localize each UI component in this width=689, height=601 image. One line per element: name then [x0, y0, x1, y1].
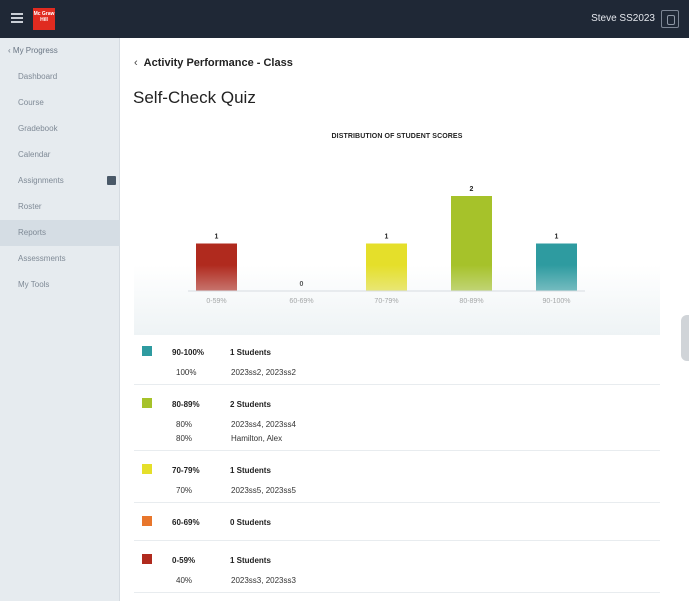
- score-range-label: 80-89%: [172, 400, 200, 409]
- top-bar: Mc Graw Hill Steve SS2023: [0, 0, 689, 38]
- side-panel-handle[interactable]: [681, 315, 689, 361]
- student-name: 2023ss5, 2023ss5: [231, 486, 296, 495]
- assignments-badge-icon: [107, 176, 116, 185]
- score-range-group: 60-69% 0 Students: [134, 506, 660, 534]
- student-score-row[interactable]: 80% 2023ss4, 2023ss4: [134, 418, 660, 432]
- student-count: 1 Students: [230, 556, 271, 565]
- score-distribution-chart: DISTRIBUTION OF STUDENT SCORES 1 0-59% 0 60…: [134, 120, 660, 335]
- bar-value-label: 1: [555, 234, 559, 241]
- student-name: Hamilton, Alex: [231, 434, 283, 443]
- bar-value-label: 1: [215, 234, 219, 241]
- sidebar-item-roster[interactable]: Roster: [0, 194, 120, 220]
- category-tick-label: 80-89%: [459, 298, 483, 305]
- student-count: 1 Students: [230, 348, 271, 357]
- bar-value-label: 2: [470, 186, 474, 193]
- sidebar-item-course[interactable]: Course: [0, 90, 120, 116]
- user-menu-icon[interactable]: [661, 10, 679, 28]
- bar-value-label: 0: [300, 281, 304, 288]
- bar-80-89%[interactable]: [451, 196, 492, 291]
- category-tick-label: 70-79%: [374, 298, 398, 305]
- student-score: 70%: [176, 486, 193, 495]
- group-divider: [134, 450, 660, 451]
- range-color-swatch: [142, 346, 152, 356]
- student-score: 40%: [176, 576, 193, 585]
- score-range-label: 70-79%: [172, 466, 200, 475]
- chevron-left-icon: ‹: [134, 57, 138, 69]
- bar-90-100%[interactable]: [536, 243, 577, 292]
- student-score-row[interactable]: 80% Hamilton, Alex: [134, 432, 660, 446]
- student-name: 2023ss4, 2023ss4: [231, 420, 296, 429]
- menu-icon[interactable]: [11, 13, 23, 23]
- student-score: 100%: [176, 368, 197, 377]
- sidebar-item-reports[interactable]: Reports: [0, 220, 120, 246]
- range-color-swatch: [142, 398, 152, 408]
- sidebar-back-link[interactable]: ‹ My Progress: [8, 46, 58, 55]
- bar-0-59%[interactable]: [196, 243, 237, 292]
- student-name: 2023ss2, 2023ss2: [231, 368, 296, 377]
- student-score: 80%: [176, 420, 193, 429]
- student-score-row[interactable]: 100% 2023ss2, 2023ss2: [134, 366, 660, 380]
- group-divider: [134, 502, 660, 503]
- mcgraw-hill-logo[interactable]: Mc Graw Hill: [33, 8, 55, 30]
- score-range-label: 90-100%: [172, 348, 205, 357]
- bar-70-79%[interactable]: [366, 243, 407, 292]
- category-tick-label: 60-69%: [289, 298, 313, 305]
- student-count: 0 Students: [230, 518, 271, 527]
- score-range-group: 90-100% 1 Students: [134, 336, 660, 364]
- bar-value-label: 1: [385, 234, 389, 241]
- group-divider: [134, 592, 660, 593]
- score-range-group: 0-59% 1 Students: [134, 544, 660, 572]
- student-score-row[interactable]: 70% 2023ss5, 2023ss5: [134, 484, 660, 498]
- student-count: 2 Students: [230, 400, 271, 409]
- user-name[interactable]: Steve SS2023: [591, 13, 655, 24]
- range-color-swatch: [142, 554, 152, 564]
- sidebar-item-gradebook[interactable]: Gradebook: [0, 116, 120, 142]
- sidebar-item-assessments[interactable]: Assessments: [0, 246, 120, 272]
- group-divider: [134, 384, 660, 385]
- sidebar: ‹ My Progress Dashboard Course Gradebook…: [0, 38, 120, 601]
- student-score-row[interactable]: 40% 2023ss3, 2023ss3: [134, 574, 660, 588]
- range-color-swatch: [142, 464, 152, 474]
- chevron-left-icon: ‹: [8, 46, 11, 55]
- page-title: Self-Check Quiz: [133, 88, 256, 107]
- sidebar-back-label: My Progress: [12, 46, 58, 55]
- student-score: 80%: [176, 434, 193, 443]
- score-range-label: 60-69%: [172, 518, 200, 527]
- score-range-group: 80-89% 2 Students: [134, 388, 660, 416]
- range-color-swatch: [142, 516, 152, 526]
- score-range-group: 70-79% 1 Students: [134, 454, 660, 482]
- group-divider: [134, 540, 660, 541]
- category-tick-label: 90-100%: [542, 298, 570, 305]
- sidebar-item-dashboard[interactable]: Dashboard: [0, 64, 120, 90]
- student-count: 1 Students: [230, 466, 271, 475]
- activity-performance-back-link[interactable]: ‹ Activity Performance - Class: [134, 57, 293, 69]
- student-name: 2023ss3, 2023ss3: [231, 576, 296, 585]
- bar-chart-svg: 1 0-59% 0 60-69% 1 70-79% 2 80-89% 1 90-100%: [188, 186, 585, 305]
- back-link-label: Activity Performance - Class: [143, 57, 293, 69]
- sidebar-item-my-tools[interactable]: My Tools: [0, 272, 120, 298]
- sidebar-item-assignments[interactable]: Assignments: [0, 168, 120, 194]
- score-range-label: 0-59%: [172, 556, 196, 565]
- sidebar-item-calendar[interactable]: Calendar: [0, 142, 120, 168]
- category-tick-label: 0-59%: [206, 298, 226, 305]
- sidebar-item-label: Assignments: [18, 176, 64, 185]
